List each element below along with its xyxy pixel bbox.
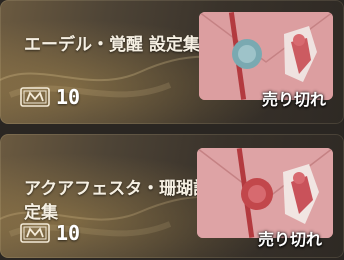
- ticket-icon: [20, 223, 50, 243]
- item-price: 10: [56, 221, 81, 245]
- shop-item-card[interactable]: エーデル・覚醒 設定集 10 売り切れ: [0, 0, 344, 124]
- item-title: エーデル・覚醒 設定集: [24, 35, 200, 55]
- shop-item-card[interactable]: アクアフェスタ・珊瑚設定集 10 売り切れ: [0, 134, 344, 258]
- item-cost: 10: [20, 85, 81, 109]
- ticket-icon: [20, 87, 50, 107]
- item-thumbnail: [197, 148, 333, 238]
- shop-item-list: エーデル・覚醒 設定集 10 売り切れ アクアフェスタ・珊瑚設定集 10 売り切…: [0, 0, 344, 260]
- item-cost: 10: [20, 221, 81, 245]
- item-title: アクアフェスタ・珊瑚設定集: [24, 179, 211, 223]
- item-price: 10: [56, 85, 81, 109]
- sealed-envelope-icon: [197, 148, 333, 238]
- sold-out-label: 売り切れ: [261, 90, 326, 109]
- sold-out-label: 売り切れ: [257, 230, 322, 249]
